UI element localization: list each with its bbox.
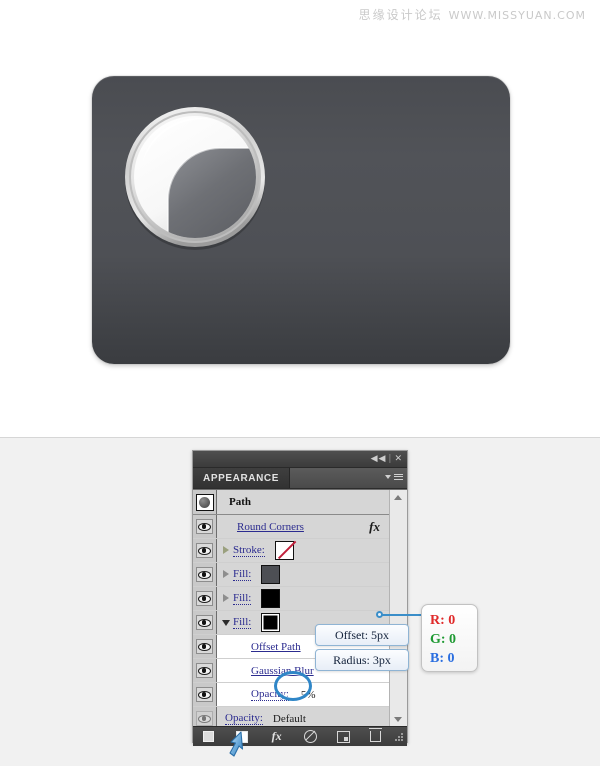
sphere-knob-svg [125,107,265,250]
tab-appearance[interactable]: APPEARANCE [193,468,291,488]
fx-icon[interactable]: fx [369,519,380,535]
delete-item-button[interactable] [360,727,391,746]
panel-footer-toolbar: fx [193,726,407,746]
row-round-corners[interactable]: Round Corners fx [193,515,390,539]
path-name-label: Path [229,496,251,508]
eye-icon[interactable] [196,567,213,582]
target-path-row[interactable]: Path [193,490,390,515]
scroll-down-arrow-icon[interactable] [390,712,406,726]
opacity-highlight-ring [274,671,312,701]
watermark: 思缘设计论坛 WWW.MISSYUAN.COM [359,6,586,23]
stroke-swatch-none[interactable] [274,541,294,560]
rgb-r-value: R: 0 [430,613,456,628]
trash-icon [369,728,383,742]
disclosure-triangle-down[interactable] [219,619,233,626]
row-fill-1[interactable]: Fill: [193,563,390,587]
row-stroke[interactable]: Stroke: [193,539,390,563]
add-new-stroke-button[interactable] [193,727,224,746]
panel-window-controls[interactable]: ◀◀ | ✕ [371,452,403,466]
connector-bar [382,613,423,616]
close-icon[interactable]: ✕ [394,454,403,464]
panel-titlebar: ◀◀ | ✕ [193,451,407,468]
collapse-icon[interactable]: ◀◀ [371,454,387,464]
eye-icon[interactable] [196,663,213,678]
disclosure-triangle-right[interactable] [219,570,233,579]
panel-tabstrip: APPEARANCE [193,468,407,489]
row-label-fill-3[interactable]: Fill: [233,616,252,629]
path-thumbnail-cell [193,490,217,514]
watermark-url: WWW.MISSYUAN.COM [448,9,586,22]
eye-icon[interactable] [196,519,213,534]
visibility-cell[interactable] [193,635,217,658]
path-thumbnail-icon [195,493,214,511]
artwork [92,76,510,364]
callout-radius: Radius: 3px [315,649,409,671]
duplicate-item-button[interactable] [327,727,360,746]
scroll-up-arrow-icon[interactable] [390,490,406,504]
eye-icon-dim[interactable] [196,711,213,726]
callout-offset: Offset: 5px [315,624,409,646]
visibility-cell[interactable] [193,611,217,634]
no-symbol-icon [304,730,318,743]
eye-icon[interactable] [196,639,213,654]
watermark-cn: 思缘设计论坛 [358,8,443,22]
artboard-area: 思缘设计论坛 WWW.MISSYUAN.COM [0,0,600,438]
fill-swatch-2[interactable] [261,589,281,608]
filled-square-icon [203,731,215,742]
panel-menu-icon[interactable] [385,472,403,481]
row-fill-2[interactable]: Fill: [193,587,390,611]
chevron-down-icon [385,474,391,479]
visibility-cell[interactable] [193,683,217,706]
callout-connector-line [376,611,423,618]
panel-scrollbar[interactable] [389,490,407,726]
rgb-callout: R: 0 G: 0 B: 0 [421,604,478,672]
row-label-offset-path[interactable]: Offset Path [251,641,301,653]
visibility-cell[interactable] [193,563,217,586]
visibility-cell[interactable] [193,515,217,538]
row-label-fill-1[interactable]: Fill: [233,568,252,581]
rgb-g-value: G: 0 [430,632,457,647]
visibility-cell[interactable] [193,587,217,610]
row-opacity-root[interactable]: Opacity: Default [193,707,390,726]
duplicate-icon [337,730,351,743]
row-label-stroke[interactable]: Stroke: [233,544,265,557]
rgb-b-value: B: 0 [430,651,455,666]
titlebar-separator: | [388,454,393,464]
eye-icon[interactable] [196,591,213,606]
add-new-effect-button[interactable]: fx [259,727,294,746]
resize-grip[interactable] [391,727,407,746]
clear-appearance-button[interactable] [294,727,327,746]
visibility-cell[interactable] [193,659,217,682]
disclosure-triangle-right[interactable] [219,594,233,603]
fill-swatch-3-selected[interactable] [261,613,281,632]
row-label-opacity-root[interactable]: Opacity: [225,712,263,725]
disclosure-triangle-right[interactable] [219,546,233,555]
visibility-cell[interactable] [193,707,217,726]
eye-icon[interactable] [196,687,213,702]
resize-grip-icon [394,732,404,742]
opacity-root-value[interactable]: Default [273,713,306,725]
eye-icon[interactable] [196,615,213,630]
row-label-fill-2[interactable]: Fill: [233,592,252,605]
fx-icon: fx [271,729,282,743]
row-label-round-corners[interactable]: Round Corners [237,521,304,533]
hamburger-icon [394,472,403,481]
fill-swatch-1[interactable] [261,565,281,584]
sphere-knob-shape [122,104,268,250]
tab-appearance-label: APPEARANCE [203,472,280,484]
blue-arrow-cursor [228,731,250,761]
visibility-cell[interactable] [193,539,217,562]
eye-icon[interactable] [196,543,213,558]
